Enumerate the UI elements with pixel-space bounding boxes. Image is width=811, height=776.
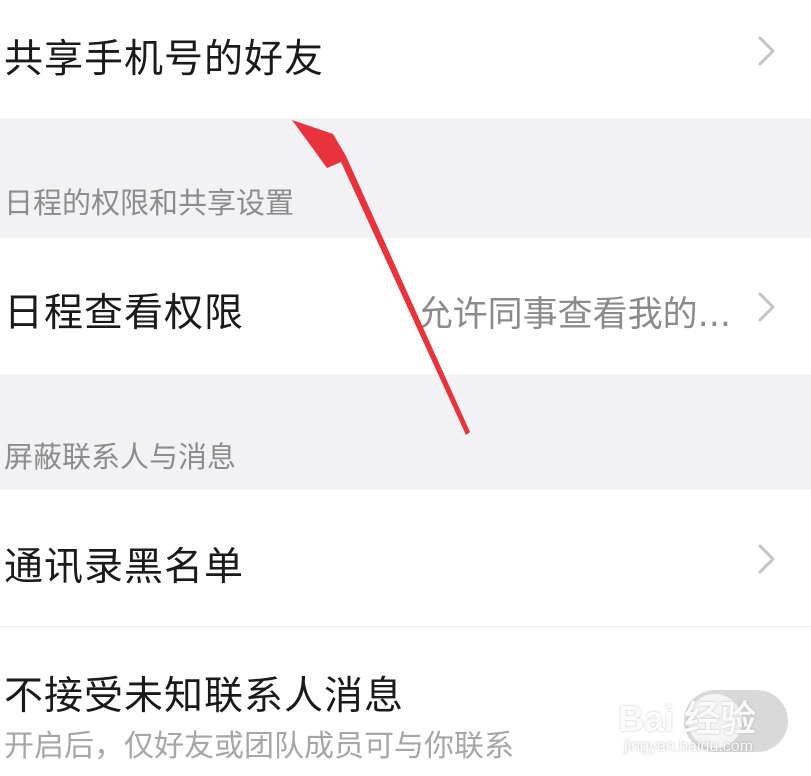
share-phone-friends-label: 共享手机号的好友 [4, 37, 325, 82]
reject-unknown-label: 不接受未知联系人消息 [4, 674, 405, 719]
chevron-right-icon [758, 36, 775, 66]
section-header-schedule: 日程的权限和共享设置 [0, 118, 811, 238]
reject-unknown-subtitle: 开启后，仅好友或团队成员可与你联系 [4, 729, 514, 764]
chevron-right-icon [758, 292, 775, 322]
contacts-blacklist-row[interactable]: 通讯录黑名单 [0, 490, 811, 626]
watermark-url: jingyan.baidu.com [624, 738, 753, 755]
section-header-block: 屏蔽联系人与消息 [0, 374, 811, 490]
section-label-block: 屏蔽联系人与消息 [4, 440, 237, 474]
schedule-view-permission-label: 日程查看权限 [4, 291, 245, 336]
baidu-jingyan-watermark: Bai 经验 jingyan.baidu.com [598, 690, 798, 770]
schedule-view-permission-row[interactable]: 日程查看权限 允许同事查看我的... [0, 238, 811, 374]
schedule-view-permission-value: 允许同事查看我的... [417, 295, 731, 335]
watermark-logo: Bai 经验 [618, 698, 757, 739]
settings-page: 共享手机号的好友 日程的权限和共享设置 日程查看权限 允许同事查看我的... 屏… [0, 0, 811, 776]
chevron-right-icon [758, 544, 775, 574]
share-phone-friends-row[interactable]: 共享手机号的好友 [0, 0, 811, 118]
contacts-blacklist-label: 通讯录黑名单 [4, 545, 245, 590]
section-label-schedule: 日程的权限和共享设置 [4, 186, 295, 220]
